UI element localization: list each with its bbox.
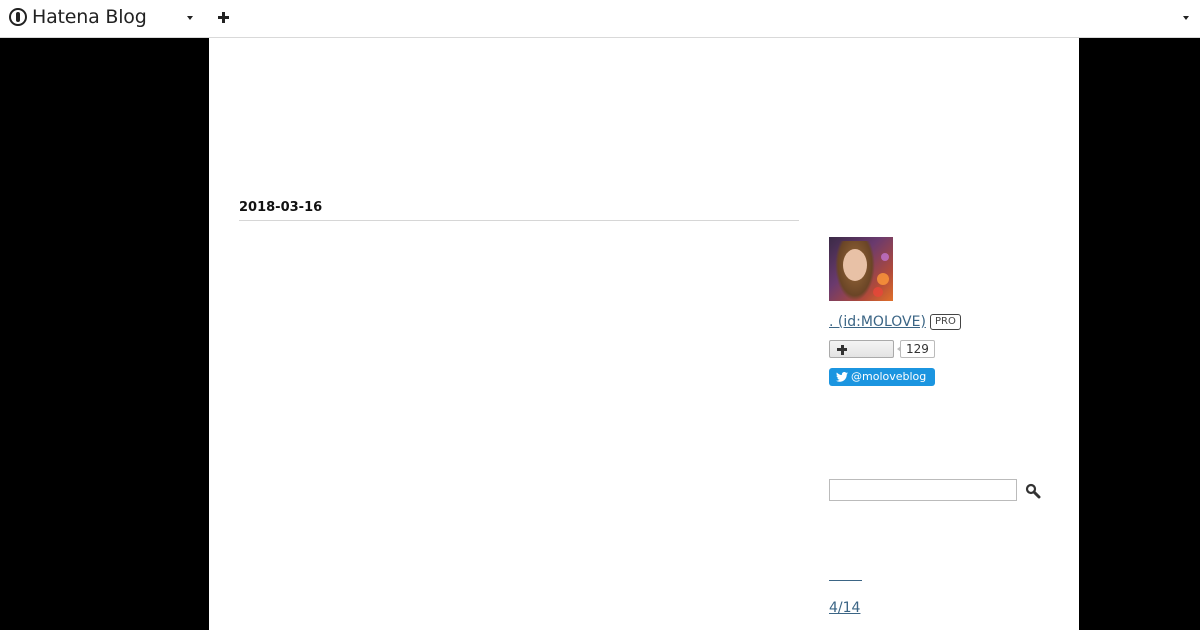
blog-content: 2018-03-16 . (id:MOLOVE) PRO 129 @molove… bbox=[209, 38, 1079, 630]
profile-name-link[interactable]: . (id:MOLOVE) bbox=[829, 314, 926, 330]
logo-text: Hatena Blog bbox=[32, 6, 147, 28]
twitter-handle: @moloveblog bbox=[851, 370, 927, 383]
search-input[interactable] bbox=[829, 479, 1017, 501]
hatena-blog-logo[interactable]: Hatena Blog bbox=[9, 7, 147, 27]
add-plus-icon[interactable] bbox=[217, 11, 230, 24]
archive-date-header: 2018-03-16 bbox=[239, 200, 799, 221]
date-text[interactable]: 2018-03-16 bbox=[239, 200, 322, 216]
hatena-navbar: Hatena Blog bbox=[0, 0, 1200, 38]
archive-link[interactable]: 4/14 bbox=[829, 600, 860, 616]
search-icon[interactable] bbox=[1025, 483, 1041, 499]
twitter-bird-icon bbox=[836, 372, 848, 382]
twitter-follow-button[interactable]: @moloveblog bbox=[829, 368, 935, 386]
follow-button[interactable] bbox=[829, 340, 894, 358]
follower-count[interactable]: 129 bbox=[897, 340, 935, 358]
user-menu-chevron-down-icon[interactable] bbox=[1183, 16, 1189, 20]
pro-badge[interactable]: PRO bbox=[930, 314, 961, 330]
hatena-logo-icon bbox=[9, 8, 27, 26]
blog-menu-chevron-down-icon[interactable] bbox=[187, 16, 193, 20]
profile-avatar[interactable] bbox=[829, 237, 893, 301]
link-underline[interactable] bbox=[829, 580, 862, 581]
